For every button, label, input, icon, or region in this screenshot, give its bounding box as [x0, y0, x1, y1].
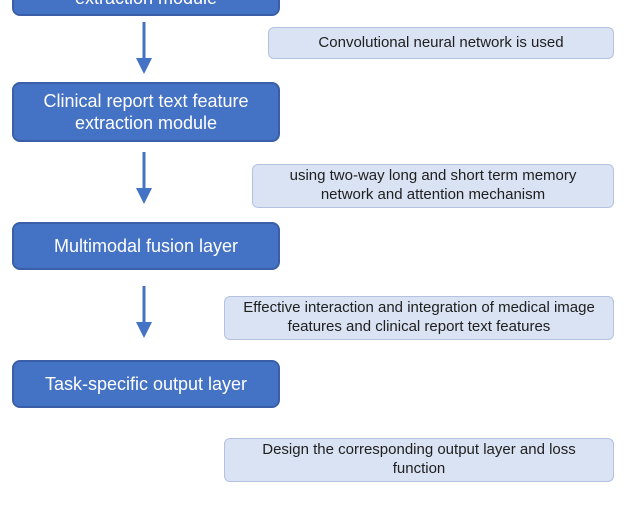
note-text: Convolutional neural network is used	[318, 34, 563, 53]
stage-label: Task-specific output layer	[45, 373, 247, 396]
arrow-down-icon	[130, 284, 158, 340]
stage-label: extraction module	[75, 0, 217, 9]
note-box-cnn: Convolutional neural network is used	[268, 27, 614, 59]
stage-label: Multimodal fusion layer	[54, 235, 238, 258]
note-box-output-loss: Design the corresponding output layer an…	[224, 438, 614, 482]
stage-box-clinical-report-text-feature: Clinical report text feature extraction …	[12, 82, 280, 142]
arrow-down-icon	[130, 20, 158, 76]
arrow-down-icon	[130, 150, 158, 206]
stage-box-extraction-module: extraction module	[12, 0, 280, 16]
note-text: using two-way long and short term memory…	[263, 167, 603, 205]
stage-label: Clinical report text feature extraction …	[26, 90, 266, 135]
note-box-feature-integration: Effective interaction and integration of…	[224, 296, 614, 340]
note-box-bilstm-attention: using two-way long and short term memory…	[252, 164, 614, 208]
note-text: Design the corresponding output layer an…	[235, 441, 603, 479]
stage-box-multimodal-fusion-layer: Multimodal fusion layer	[12, 222, 280, 270]
stage-box-task-specific-output-layer: Task-specific output layer	[12, 360, 280, 408]
note-text: Effective interaction and integration of…	[235, 299, 603, 337]
